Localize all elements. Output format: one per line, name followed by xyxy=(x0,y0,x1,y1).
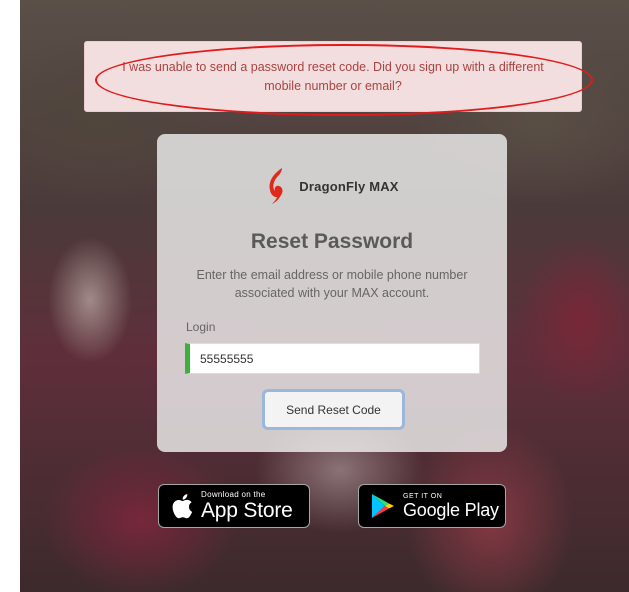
google-play-text: GET IT ON Google Play xyxy=(403,493,499,519)
instructions-text: Enter the email address or mobile phone … xyxy=(196,268,468,300)
google-play-icon xyxy=(371,493,395,519)
google-play-small-text: GET IT ON xyxy=(403,493,443,500)
app-store-big-text: App Store xyxy=(201,499,293,522)
app-store-text: Download on the App Store xyxy=(201,490,293,522)
google-play-badge[interactable]: GET IT ON Google Play xyxy=(358,484,506,528)
page-title: Reset Password xyxy=(250,230,414,253)
error-alert: I was unable to send a password reset co… xyxy=(84,41,582,112)
apple-icon xyxy=(171,493,193,519)
brand-name: DragonFly MAX xyxy=(299,178,399,194)
login-input[interactable] xyxy=(185,343,480,374)
error-alert-message: I was unable to send a password reset co… xyxy=(122,59,544,93)
app-store-small-text: Download on the xyxy=(201,490,266,499)
send-reset-code-button[interactable]: Send Reset Code xyxy=(264,391,403,428)
app-store-badge[interactable]: Download on the App Store xyxy=(158,484,310,528)
reset-password-card: DragonFly MAX Reset Password Enter the e… xyxy=(157,134,507,452)
dragonfly-logo-icon xyxy=(269,168,283,204)
brand-header: DragonFly MAX xyxy=(157,166,507,206)
google-play-big-text: Google Play xyxy=(403,500,499,520)
login-label: Login xyxy=(186,320,216,334)
